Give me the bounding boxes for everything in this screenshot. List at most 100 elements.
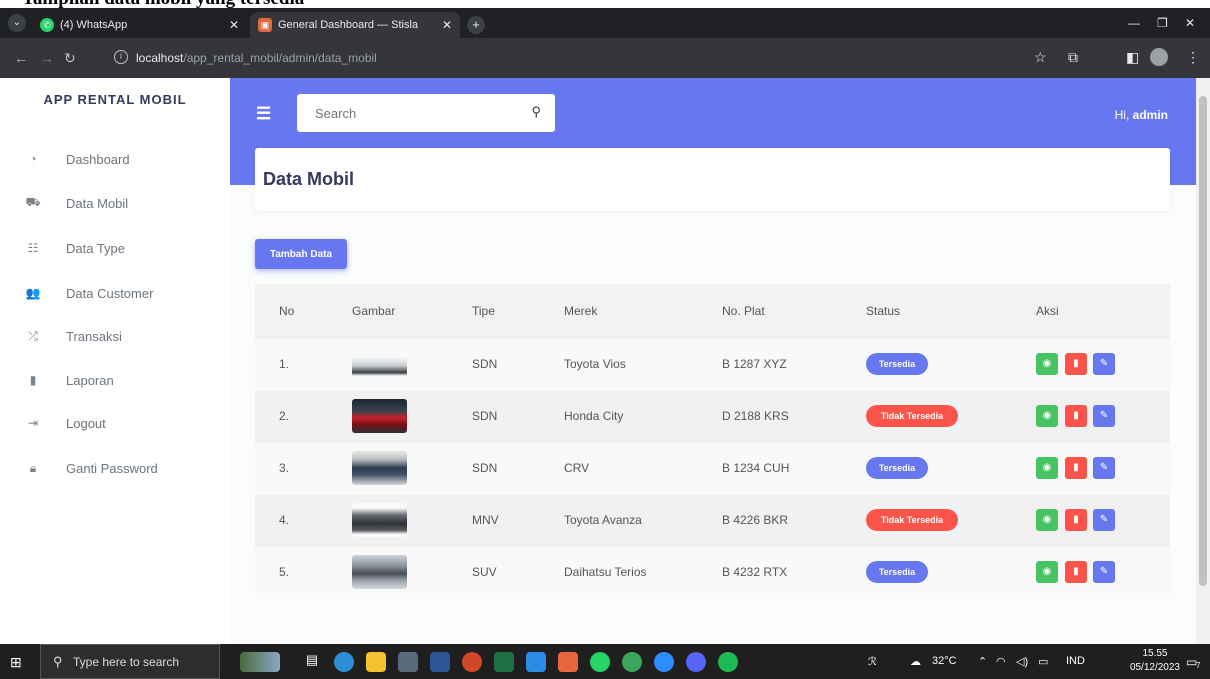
sidebar-item-logout[interactable]: ⇥ Logout: [0, 408, 230, 438]
edit-button[interactable]: ✎: [1093, 457, 1115, 479]
cell-no: 4.: [279, 513, 290, 527]
sidebar-item-data-mobil[interactable]: ⛟ Data Mobil: [0, 188, 230, 218]
edit-button[interactable]: ✎: [1093, 405, 1115, 427]
cell-merek: Toyota Vios: [564, 357, 626, 371]
stisla-icon: ▣: [258, 18, 272, 32]
word-icon[interactable]: [430, 652, 450, 672]
vscode-icon[interactable]: [526, 652, 546, 672]
windows-start-icon[interactable]: ⊞: [10, 654, 22, 671]
car-image: [352, 555, 407, 589]
taskbar-search[interactable]: ⚲ Type here to search: [40, 644, 220, 679]
notification-count: 7: [1196, 661, 1201, 670]
whatsapp-icon[interactable]: [590, 652, 610, 672]
spotify-icon[interactable]: [718, 652, 738, 672]
scrollbar-thumb[interactable]: [1199, 96, 1207, 586]
minimize-icon[interactable]: —: [1128, 16, 1140, 30]
new-tab-button[interactable]: +: [467, 16, 485, 34]
sidebar-item-dashboard[interactable]: ◔ Dashboard: [0, 144, 230, 174]
sidebar-item-ganti-password[interactable]: 🔒︎ Ganti Password: [0, 453, 230, 483]
landscape-widget[interactable]: [240, 652, 280, 672]
sidebar-item-label: Data Customer: [66, 285, 154, 301]
column-header-tipe: Tipe: [472, 304, 495, 318]
cell-no: 1.: [279, 357, 290, 371]
reload-icon[interactable]: ↻: [64, 50, 76, 67]
file-explorer-icon[interactable]: [366, 652, 386, 672]
close-window-icon[interactable]: ✕: [1185, 16, 1195, 30]
chrome-icon[interactable]: [622, 652, 642, 672]
add-data-button[interactable]: Tambah Data: [255, 239, 347, 269]
view-button[interactable]: ◉: [1036, 457, 1058, 479]
view-button[interactable]: ◉: [1036, 353, 1058, 375]
tab-dashboard[interactable]: ▣ General Dashboard — Stisla ✕: [250, 12, 460, 38]
page-scrollbar[interactable]: [1196, 78, 1210, 644]
store-icon[interactable]: [398, 652, 418, 672]
view-button[interactable]: ◉: [1036, 405, 1058, 427]
view-button[interactable]: ◉: [1036, 509, 1058, 531]
url-host: localhost: [136, 51, 184, 65]
extensions-icon[interactable]: ⧉: [1068, 49, 1078, 66]
search-icon: ⚲: [53, 654, 63, 669]
address-bar: ← → ↻ i localhost/app_rental_mobil/admin…: [0, 38, 1210, 78]
people-icon[interactable]: ℛ: [868, 655, 877, 668]
sidebar-item-data-type[interactable]: ☷ Data Type: [0, 233, 230, 263]
delete-button[interactable]: ▮: [1065, 457, 1087, 479]
task-view-icon[interactable]: ▤: [302, 652, 322, 672]
search-icon[interactable]: ⚲: [531, 104, 541, 120]
network-icon[interactable]: ◠: [996, 655, 1006, 668]
restore-icon[interactable]: ❐: [1157, 16, 1168, 30]
app-brand[interactable]: APP RENTAL MOBIL: [0, 92, 230, 107]
users-icon: 👥: [25, 286, 41, 300]
tab-search-icon[interactable]: ⌄: [8, 14, 26, 32]
cell-tipe: SDN: [472, 461, 498, 475]
sidepanel-icon[interactable]: ◧: [1126, 49, 1139, 66]
tray-overflow-icon[interactable]: ⌃: [978, 655, 987, 668]
back-icon[interactable]: ←: [14, 50, 28, 66]
sidebar: APP RENTAL MOBIL ◔ Dashboard ⛟ Data Mobi…: [0, 78, 230, 644]
chrome-menu-icon[interactable]: ⋮: [1186, 49, 1200, 66]
volume-icon[interactable]: ◁): [1016, 655, 1028, 668]
view-button[interactable]: ◉: [1036, 561, 1058, 583]
lock-icon: 🔒︎: [29, 460, 37, 475]
column-header-plat: No. Plat: [722, 304, 765, 318]
hamburger-menu-icon[interactable]: ☰: [256, 104, 271, 124]
language-indicator[interactable]: IND: [1066, 655, 1085, 667]
sidebar-item-label: Data Type: [66, 240, 126, 256]
search-input[interactable]: [297, 94, 517, 132]
delete-button[interactable]: ▮: [1065, 561, 1087, 583]
document-heading: Tampilan data mobil yang tersedia: [0, 0, 1210, 8]
sidebar-item-transaksi[interactable]: ⤮ Transaksi: [0, 321, 230, 351]
delete-button[interactable]: ▮: [1065, 353, 1087, 375]
bookmark-star-icon[interactable]: ☆: [1034, 49, 1047, 66]
delete-button[interactable]: ▮: [1065, 509, 1087, 531]
column-header-aksi: Aksi: [1036, 304, 1059, 318]
edit-button[interactable]: ✎: [1093, 509, 1115, 531]
delete-button[interactable]: ▮: [1065, 405, 1087, 427]
url-field[interactable]: i localhost/app_rental_mobil/admin/data_…: [108, 45, 1028, 71]
cell-plat: B 1287 XYZ: [722, 357, 787, 371]
tab-whatsapp[interactable]: ✆ (4) WhatsApp ✕: [32, 12, 247, 38]
discord-icon[interactable]: [686, 652, 706, 672]
sidebar-item-label: Data Mobil: [66, 195, 129, 211]
close-tab-icon[interactable]: ✕: [229, 18, 239, 32]
cell-no: 2.: [279, 409, 290, 423]
forward-icon[interactable]: →: [40, 50, 54, 66]
xampp-icon[interactable]: [558, 652, 578, 672]
ime-icon[interactable]: ▭: [1038, 655, 1048, 668]
profile-avatar[interactable]: [1150, 48, 1168, 66]
user-menu[interactable]: Hi, admin: [1115, 108, 1168, 122]
weather-icon[interactable]: ☁: [910, 655, 921, 668]
edit-button[interactable]: ✎: [1093, 353, 1115, 375]
sidebar-item-data-customer[interactable]: 👥 Data Customer: [0, 278, 230, 308]
sidebar-item-label: Ganti Password: [66, 460, 158, 476]
zoom-icon[interactable]: [654, 652, 674, 672]
close-tab-icon[interactable]: ✕: [442, 18, 452, 32]
powerpoint-icon[interactable]: [462, 652, 482, 672]
sidebar-item-laporan[interactable]: ▮ Laporan: [0, 365, 230, 395]
info-icon[interactable]: i: [114, 50, 128, 64]
excel-icon[interactable]: [494, 652, 514, 672]
edit-button[interactable]: ✎: [1093, 561, 1115, 583]
edge-icon[interactable]: [334, 652, 354, 672]
search-box: ⚲: [297, 94, 555, 132]
cell-merek: Honda City: [564, 409, 624, 423]
clock[interactable]: 15.55 05/12/2023: [1130, 647, 1180, 675]
